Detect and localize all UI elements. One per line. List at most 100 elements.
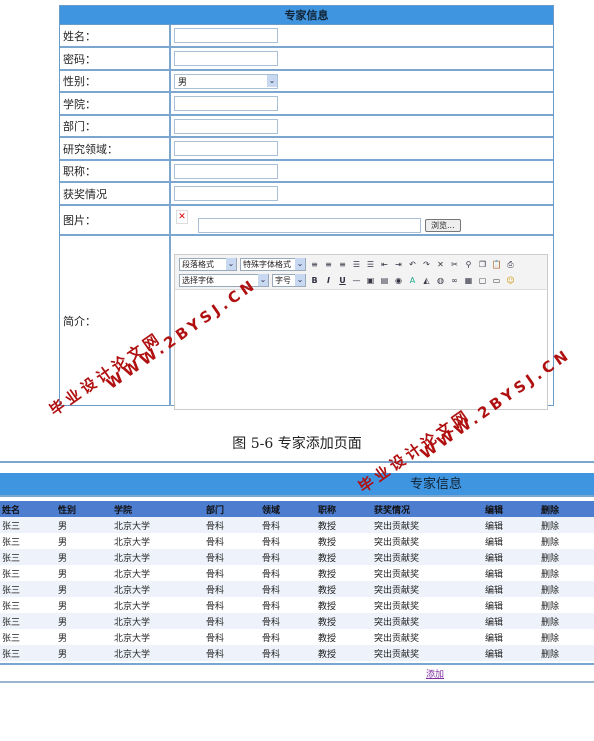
align-left-icon[interactable]: ≡ xyxy=(309,259,320,270)
table-icon[interactable]: ▦ xyxy=(463,275,474,286)
image-icon[interactable]: ▣ xyxy=(365,275,376,286)
table-row: 张三 男 北京大学 骨科 骨科 教授 突出贡献奖 编辑 删除 xyxy=(0,517,594,533)
table-cell: 男 xyxy=(58,633,68,644)
table-cell: 骨科 xyxy=(206,585,225,596)
table-cell: 男 xyxy=(58,649,68,660)
font-color-icon[interactable]: A xyxy=(407,275,418,286)
table-cell: 突出贡献奖 xyxy=(374,649,420,660)
table-cell: 张三 xyxy=(2,649,21,660)
bold-button[interactable]: B xyxy=(309,275,320,286)
table-row: 张三 男 北京大学 骨科 骨科 教授 突出贡献奖 编辑 删除 xyxy=(0,597,594,613)
paragraph-format-select[interactable]: 段落格式 ⌄ xyxy=(179,257,237,271)
emoticon-icon[interactable]: ☺ xyxy=(505,275,516,286)
table-cell: 骨科 xyxy=(262,601,281,612)
table-cell: 教授 xyxy=(318,569,337,580)
delete-link[interactable]: 删除 xyxy=(541,631,559,644)
edit-link[interactable]: 编辑 xyxy=(485,631,503,644)
page-icon[interactable]: ▭ xyxy=(491,275,502,286)
text-input[interactable] xyxy=(174,186,278,201)
indent-icon[interactable]: ⇥ xyxy=(393,259,404,270)
underline-button[interactable]: U xyxy=(337,275,348,286)
form-title: 专家信息 xyxy=(60,6,553,25)
media-icon[interactable]: ◉ xyxy=(393,275,404,286)
delete-icon[interactable]: ✕ xyxy=(435,259,446,270)
find-icon[interactable]: ⚲ xyxy=(463,259,474,270)
form-row: 研究领域： xyxy=(60,138,553,161)
print-icon[interactable]: ⎙ xyxy=(505,259,516,270)
text-input[interactable] xyxy=(174,28,278,43)
delete-link[interactable]: 删除 xyxy=(541,647,559,660)
rich-text-editor: 段落格式 ⌄ 特殊字体格式 ⌄ ≡ ≡ ≡ ☰ ☰ ⇤ ⇥ ↶ ↷ ✕ ✂ ⚲ ❐ 📋 ⎙ 选择字体 ⌄ 字号… xyxy=(174,254,548,410)
table-cell: 男 xyxy=(58,537,68,548)
delete-link[interactable]: 删除 xyxy=(541,519,559,532)
add-link[interactable]: 添加 xyxy=(426,670,444,680)
table-cell: 骨科 xyxy=(206,537,225,548)
browse-button[interactable]: 浏览... xyxy=(425,218,461,232)
table-cell: 突出贡献奖 xyxy=(374,633,420,644)
table-cell: 教授 xyxy=(318,649,337,660)
edit-link[interactable]: 编辑 xyxy=(485,535,503,548)
table-cell: 职称 xyxy=(318,505,337,516)
table-cell: 北京大学 xyxy=(114,649,151,660)
table-cell: 张三 xyxy=(2,617,21,628)
file-path-input[interactable] xyxy=(198,217,421,233)
edit-link[interactable]: 编辑 xyxy=(485,519,503,532)
text-input[interactable] xyxy=(174,51,278,66)
field-label: 学院： xyxy=(60,93,171,114)
table-row: 张三 男 北京大学 骨科 骨科 教授 突出贡献奖 编辑 删除 xyxy=(0,613,594,629)
highlight-icon[interactable]: ◭ xyxy=(421,275,432,286)
special-format-select[interactable]: 特殊字体格式 ⌄ xyxy=(240,257,306,271)
table-cell: 编辑 xyxy=(485,505,504,516)
delete-link[interactable]: 删除 xyxy=(541,615,559,628)
layer-icon[interactable]: ▢ xyxy=(477,275,488,286)
table-cell: 骨科 xyxy=(206,569,225,580)
table-cell: 骨科 xyxy=(262,585,281,596)
table-cell: 北京大学 xyxy=(114,585,151,596)
table-cell: 学院 xyxy=(114,505,133,516)
unlink-icon[interactable]: ∞ xyxy=(449,275,460,286)
field-label: 研究领域： xyxy=(60,138,171,159)
text-input[interactable] xyxy=(174,163,278,179)
table-cell: 突出贡献奖 xyxy=(374,617,420,628)
edit-link[interactable]: 编辑 xyxy=(485,583,503,596)
delete-link[interactable]: 删除 xyxy=(541,599,559,612)
edit-link[interactable]: 编辑 xyxy=(485,567,503,580)
undo-icon[interactable]: ↶ xyxy=(407,259,418,270)
table-cell: 突出贡献奖 xyxy=(374,521,420,532)
table-cell: 北京大学 xyxy=(114,569,151,580)
image-row: 图片： ✕ 浏览... xyxy=(60,206,553,236)
table-cell: 北京大学 xyxy=(114,633,151,644)
cut-icon[interactable]: ✂ xyxy=(449,259,460,270)
table-cell: 教授 xyxy=(318,553,337,564)
delete-link[interactable]: 删除 xyxy=(541,567,559,580)
table-cell: 张三 xyxy=(2,633,21,644)
edit-link[interactable]: 编辑 xyxy=(485,615,503,628)
edit-link[interactable]: 编辑 xyxy=(485,599,503,612)
redo-icon[interactable]: ↷ xyxy=(421,259,432,270)
flash-icon[interactable]: ▤ xyxy=(379,275,390,286)
table-cell: 男 xyxy=(58,585,68,596)
text-input[interactable] xyxy=(174,118,278,134)
edit-link[interactable]: 编辑 xyxy=(485,551,503,564)
number-list-icon[interactable]: ☰ xyxy=(365,259,376,270)
copy-icon[interactable]: ❐ xyxy=(477,259,488,270)
delete-link[interactable]: 删除 xyxy=(541,583,559,596)
form-row: 获奖情况 xyxy=(60,183,553,206)
table-row: 张三 男 北京大学 骨科 骨科 教授 突出贡献奖 编辑 删除 xyxy=(0,533,594,549)
link-icon[interactable]: ◍ xyxy=(435,275,446,286)
gender-select[interactable]: 男 ⌄ xyxy=(174,73,278,89)
paste-icon[interactable]: 📋 xyxy=(491,259,502,270)
align-right-icon[interactable]: ≡ xyxy=(337,259,348,270)
font-size-select[interactable]: 字号 ⌄ xyxy=(272,273,306,287)
text-input[interactable] xyxy=(174,141,278,156)
align-center-icon[interactable]: ≡ xyxy=(323,259,334,270)
outdent-icon[interactable]: ⇤ xyxy=(379,259,390,270)
text-input[interactable] xyxy=(174,96,278,111)
delete-link[interactable]: 删除 xyxy=(541,551,559,564)
delete-link[interactable]: 删除 xyxy=(541,535,559,548)
bullet-list-icon[interactable]: ☰ xyxy=(351,259,362,270)
table-cell: 删除 xyxy=(541,505,560,516)
italic-button[interactable]: I xyxy=(323,275,334,286)
horizontal-rule-icon[interactable]: — xyxy=(351,275,362,286)
edit-link[interactable]: 编辑 xyxy=(485,647,503,660)
